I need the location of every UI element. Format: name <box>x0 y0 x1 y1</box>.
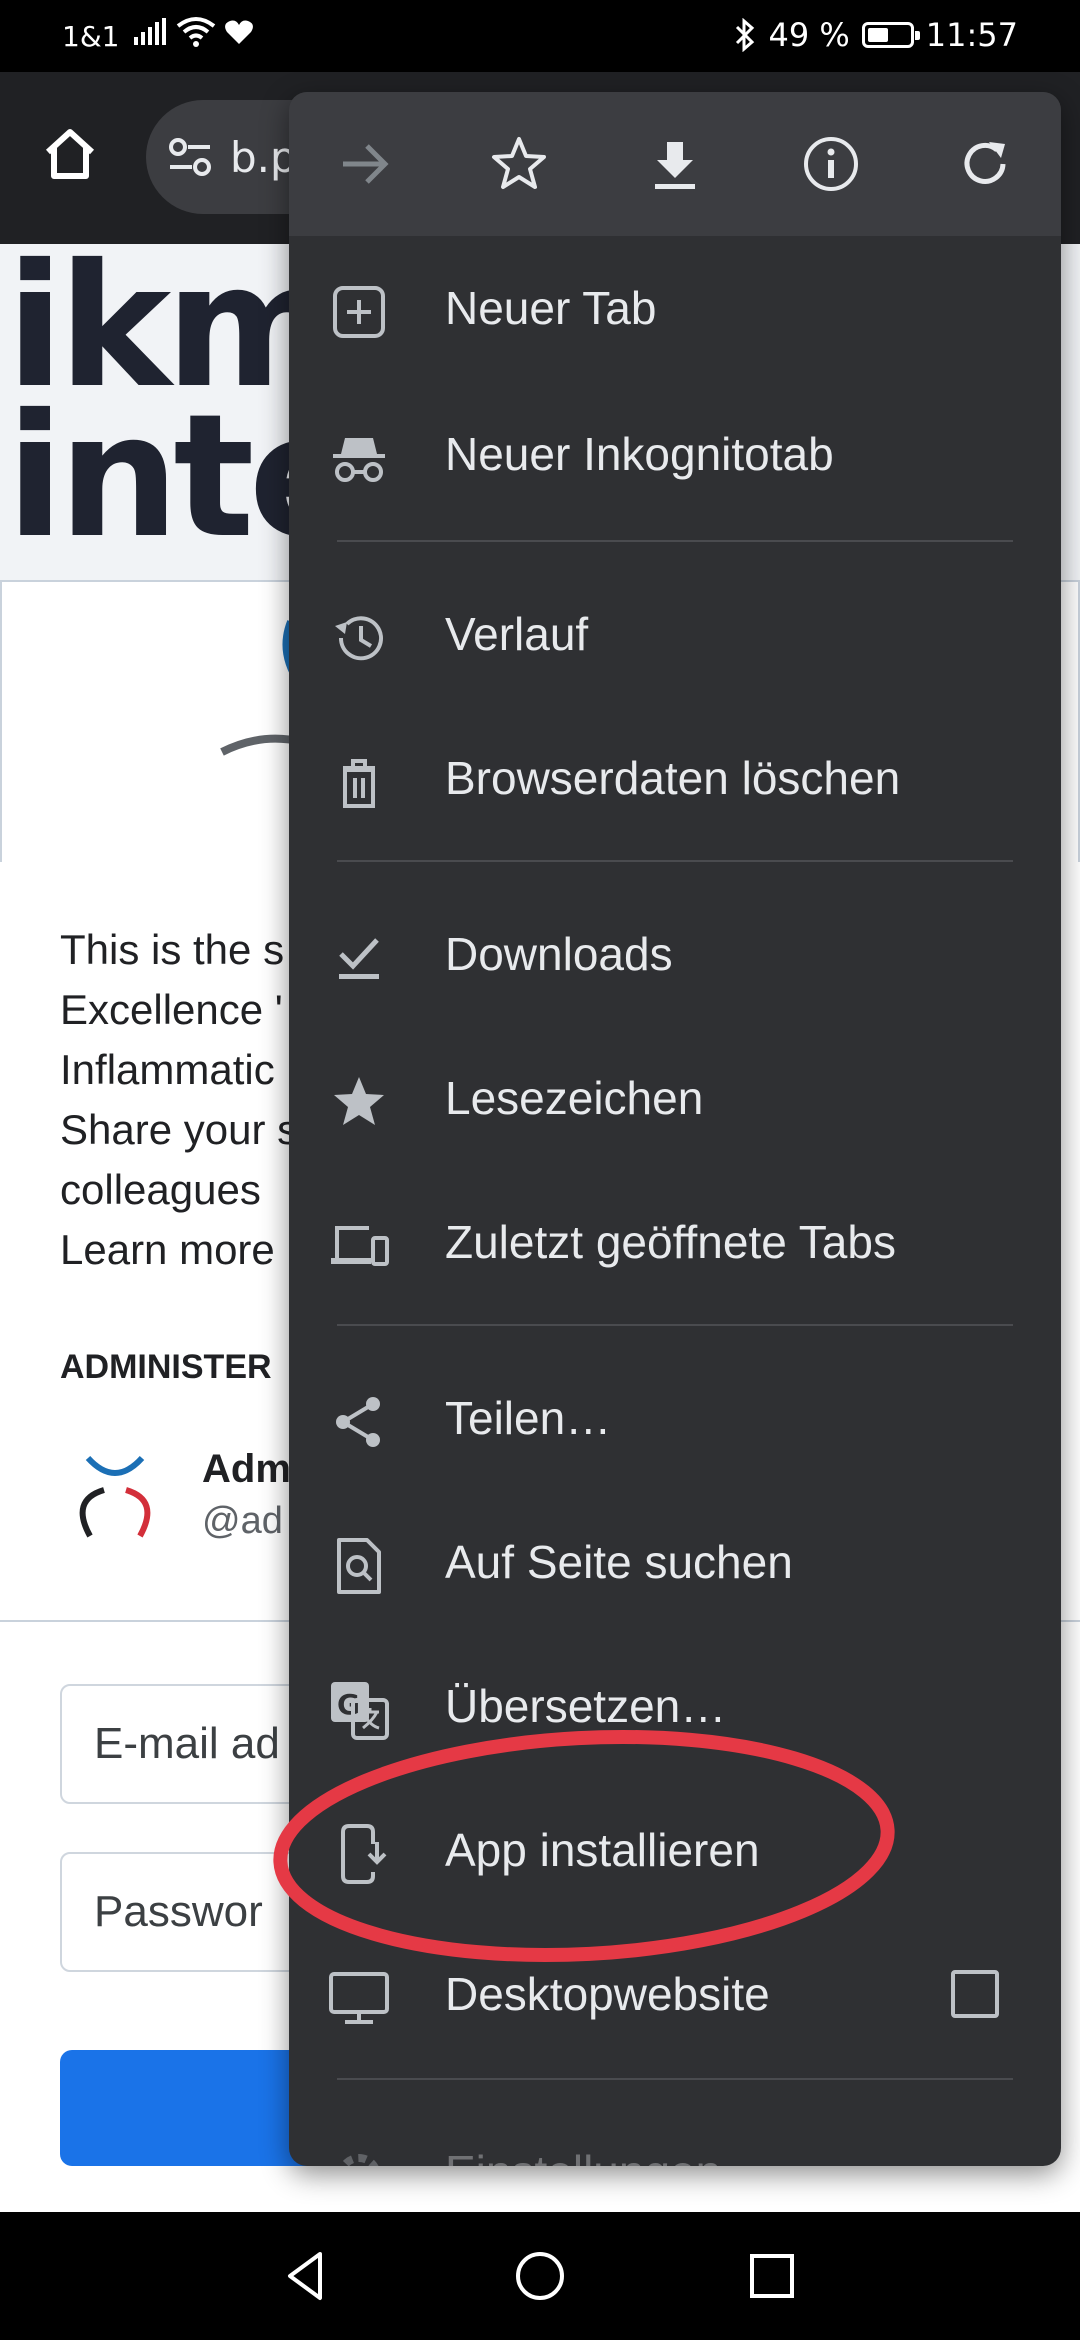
menu-separator <box>337 1324 1013 1326</box>
menu-item-new-tab[interactable]: Neuer Tab <box>289 236 1061 380</box>
home-icon <box>45 129 95 179</box>
share-icon <box>336 1397 380 1447</box>
menu-separator <box>337 540 1013 542</box>
page-info-button[interactable] <box>797 130 865 198</box>
download-page-button[interactable] <box>641 130 709 198</box>
menu-item-clear-browsing-data[interactable]: Browserdaten löschen <box>289 706 1061 850</box>
menu-item-install-app[interactable]: App installieren <box>289 1778 1061 1922</box>
menu-item-label: App installieren <box>445 1824 760 1876</box>
menu-item-label: Browserdaten löschen <box>445 752 901 804</box>
desktop-site-checkbox[interactable] <box>951 1970 999 2018</box>
menu-item-label: Verlauf <box>445 608 589 660</box>
battery-fill <box>867 28 888 42</box>
admin-avatar <box>79 1455 151 1538</box>
menu-item-history[interactable]: Verlauf <box>289 562 1061 706</box>
download-icon <box>655 142 695 189</box>
install-app-icon <box>341 1824 387 1884</box>
menu-item-share[interactable]: Teilen… <box>289 1346 1061 1490</box>
menu-action-row <box>289 92 1061 236</box>
admin-row[interactable]: Adm @ad <box>60 1440 291 1550</box>
home-button[interactable] <box>38 122 102 186</box>
desktop-icon <box>329 1972 389 2024</box>
status-bar: 1&1 49 % 11:57 <box>0 0 1080 72</box>
home-circle-icon <box>516 2252 564 2300</box>
incognito-icon <box>333 438 385 482</box>
menu-item-label: Lesezeichen <box>445 1072 704 1124</box>
menu-item-label: Auf Seite suchen <box>445 1536 793 1588</box>
svg-text:G: G <box>337 1688 360 1721</box>
recents-button[interactable] <box>740 2244 804 2308</box>
menu-item-incognito-tab[interactable]: Neuer Inkognitotab <box>289 382 1061 526</box>
carrier-label: 1&1 <box>62 20 120 53</box>
menu-item-label: Übersetzen… <box>445 1680 727 1732</box>
downloads-icon <box>339 938 379 979</box>
forward-button[interactable] <box>331 130 399 198</box>
admin-name: Adm <box>202 1447 291 1491</box>
browser-overflow-menu: Neuer Tab Neuer Inkognitotab Verlauf Bro… <box>289 92 1061 2166</box>
recents-square-icon <box>750 2254 794 2298</box>
battery-percent: 49 % <box>768 16 850 54</box>
bookmark-button[interactable] <box>485 130 553 198</box>
menu-item-downloads[interactable]: Downloads <box>289 882 1061 1026</box>
menu-separator <box>337 2078 1013 2080</box>
menu-item-find-in-page[interactable]: Auf Seite suchen <box>289 1490 1061 1634</box>
forward-icon <box>343 144 389 184</box>
bookmarks-star-icon <box>334 1077 384 1125</box>
back-button[interactable] <box>276 2244 340 2308</box>
history-icon <box>335 616 383 661</box>
back-triangle-icon <box>288 2252 322 2300</box>
menu-item-desktop-site[interactable]: Desktopwebsite <box>289 1922 1061 2066</box>
system-nav-bar <box>0 2212 1080 2340</box>
heart-icon <box>225 20 253 44</box>
url-text: b.p <box>230 132 297 182</box>
new-tab-icon <box>333 286 385 338</box>
menu-item-bookmarks[interactable]: Lesezeichen <box>289 1026 1061 1170</box>
menu-separator <box>337 860 1013 862</box>
refresh-icon <box>964 142 1006 184</box>
bluetooth-icon <box>736 18 755 52</box>
trash-icon <box>343 759 375 808</box>
home-nav-button[interactable] <box>508 2244 572 2308</box>
menu-item-label: Einstellungen <box>445 2100 721 2166</box>
wifi-icon <box>176 17 216 47</box>
menu-item-label: Neuer Tab <box>445 282 657 334</box>
administrators-heading: ADMINISTER <box>60 1348 272 1386</box>
reload-button[interactable] <box>951 130 1019 198</box>
signal-icon <box>134 18 166 45</box>
menu-item-label: Downloads <box>445 928 673 980</box>
info-icon <box>804 137 858 191</box>
devices-icon <box>331 1226 389 1266</box>
menu-item-settings[interactable]: Einstellungen <box>289 2100 1061 2166</box>
admin-handle: @ad <box>202 1500 283 1542</box>
star-icon <box>492 137 546 189</box>
translate-icon: G <box>331 1682 389 1740</box>
menu-item-label: Desktopwebsite <box>445 1968 770 2020</box>
menu-item-label: Teilen… <box>445 1392 612 1444</box>
find-in-page-icon <box>337 1538 381 1594</box>
site-settings-icon[interactable] <box>166 135 214 179</box>
settings-icon <box>339 2154 379 2166</box>
clock: 11:57 <box>925 16 1018 54</box>
menu-item-label: Zuletzt geöffnete Tabs <box>445 1216 896 1268</box>
menu-item-recent-tabs[interactable]: Zuletzt geöffnete Tabs <box>289 1170 1061 1314</box>
menu-item-translate[interactable]: G Übersetzen… <box>289 1634 1061 1778</box>
battery-icon <box>861 22 920 48</box>
menu-item-label: Neuer Inkognitotab <box>445 428 834 480</box>
